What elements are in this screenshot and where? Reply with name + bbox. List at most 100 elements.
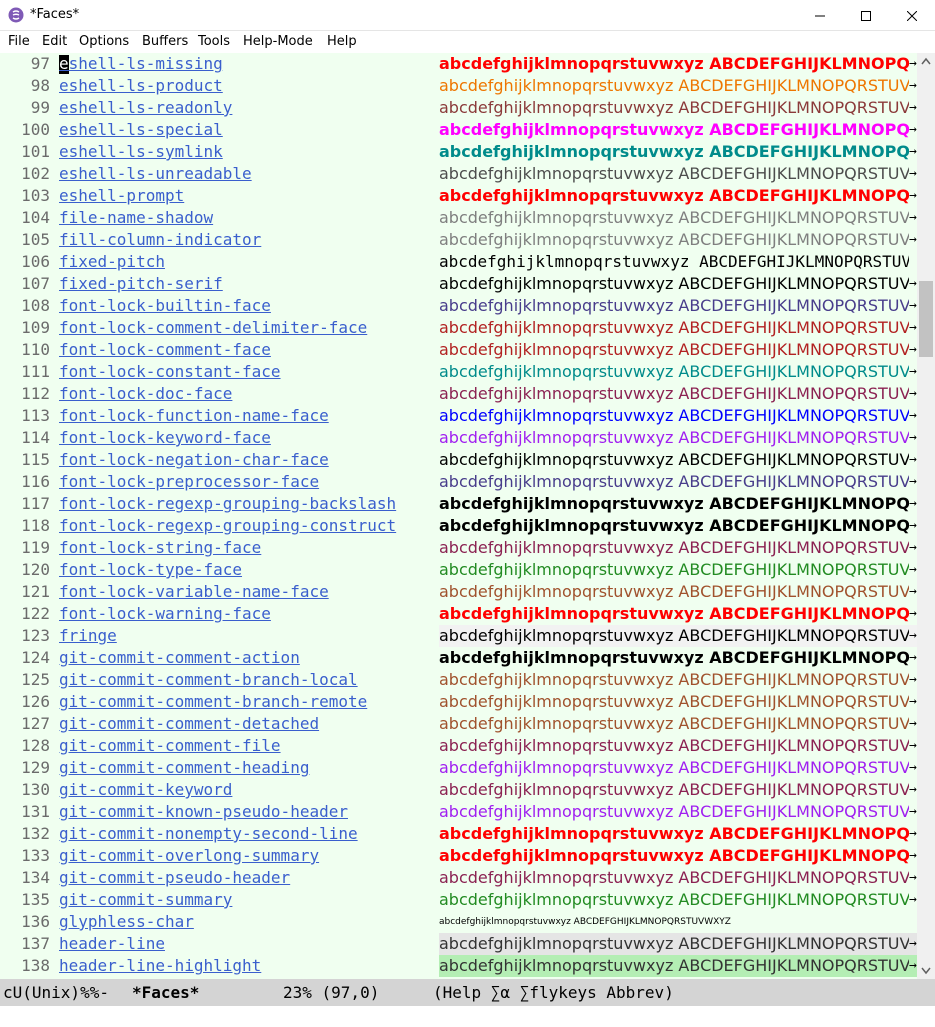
face-name-link[interactable]: eshell-ls-readonly [59,97,232,119]
face-name-link[interactable]: git-commit-summary [59,889,232,911]
truncation-arrow-icon: → [909,782,917,797]
face-sample: abcdefghijklmnopqrstuvwxyz ABCDEFGHIJKLM… [439,318,909,337]
face-sample: abcdefghijklmnopqrstuvwxyz ABCDEFGHIJKLM… [439,230,909,249]
scroll-down-arrow-icon[interactable] [917,962,935,979]
face-name-link[interactable]: eshell-ls-symlink [59,141,223,163]
truncation-arrow-icon: → [909,562,917,577]
truncation-arrow-icon: → [909,716,917,731]
line-number: 136 [21,912,50,931]
face-name-link[interactable]: fixed-pitch [59,251,165,273]
face-sample: abcdefghijklmnopqrstuvwxyz ABCDEFGHIJKLM… [439,186,909,205]
truncation-arrow-icon: → [909,625,917,647]
face-row: 136 glyphless-char abcdefghijklmnopqrstuvw… [0,911,917,933]
face-row: 132 git-commit-nonempty-second-line abcdef… [0,823,917,845]
face-name-link[interactable]: eshell-ls-unreadable [59,163,252,185]
menu-edit[interactable]: Edit [42,34,67,49]
face-name-link[interactable]: font-lock-variable-name-face [59,581,329,603]
face-sample: abcdefghijklmnopqrstuvwxyz ABCDEFGHIJKLM… [439,362,909,381]
maximize-button[interactable] [843,0,889,31]
face-name-link[interactable]: font-lock-doc-face [59,383,232,405]
face-name-link[interactable]: header-line [59,933,165,955]
face-name-link[interactable]: font-lock-constant-face [59,361,281,383]
face-name-link[interactable]: font-lock-warning-face [59,603,271,625]
face-sample: abcdefghijklmnopqrstuvwxyz ABCDEFGHIJKLM… [439,824,909,843]
face-name-link[interactable]: git-commit-keyword [59,779,232,801]
face-name-link[interactable]: font-lock-negation-char-face [59,449,329,471]
face-row: 116 font-lock-preprocessor-face abcdefghij… [0,471,917,493]
truncation-arrow-icon: → [909,144,917,159]
face-name-link[interactable]: fill-column-indicator [59,229,261,251]
face-name-link[interactable]: fringe [59,625,117,647]
face-name-link[interactable]: font-lock-regexp-grouping-construct [59,515,396,537]
line-number: 101 [21,142,50,161]
face-row: 114 font-lock-keyword-face abcdefghijklmno… [0,427,917,449]
truncation-arrow-icon: → [909,892,917,907]
face-name-link[interactable]: eshell-ls-product [59,75,223,97]
minimize-button[interactable] [797,0,843,31]
line-number: 107 [21,274,50,293]
face-sample: abcdefghijklmnopqrstuvwxyz ABCDEFGHIJKLM… [439,76,909,95]
face-name-link[interactable]: font-lock-comment-face [59,339,271,361]
face-name-link[interactable]: git-commit-known-pseudo-header [59,801,348,823]
face-name-link[interactable]: git-commit-comment-file [59,735,281,757]
face-sample: abcdefghijklmnopqrstuvwxyz ABCDEFGHIJKLM… [439,736,909,755]
face-name-link[interactable]: git-commit-comment-branch-remote [59,691,367,713]
face-name-link[interactable]: font-lock-string-face [59,537,261,559]
line-number: 100 [21,120,50,139]
face-name-link[interactable]: font-lock-builtin-face [59,295,271,317]
face-sample: abcdefghijklmnopqrstuvwxyz ABCDEFGHIJKLM… [439,670,909,689]
close-button[interactable] [889,0,935,31]
face-name-link[interactable]: git-commit-comment-heading [59,757,309,779]
face-name-link[interactable]: font-lock-regexp-grouping-backslash [59,493,396,515]
modeline-buffer-name[interactable]: *Faces* [132,982,199,1004]
line-number: 130 [21,780,50,799]
modeline-status: cU(Unix)%%- [3,983,109,1002]
face-name-link[interactable]: glyphless-char [59,911,194,933]
line-number: 105 [21,230,50,249]
face-name-link[interactable]: git-commit-nonempty-second-line [59,823,358,845]
face-name-link[interactable]: git-commit-comment-detached [59,713,319,735]
modeline-modes[interactable]: (Help ∑α ∑flykeys Abbrev) [433,982,674,1004]
face-name-link[interactable]: font-lock-function-name-face [59,405,329,427]
face-name-link[interactable]: git-commit-overlong-summary [59,845,319,867]
line-number: 114 [21,428,50,447]
minibuffer[interactable] [0,1006,935,1027]
face-sample: abcdefghijklmnopqrstuvwxyz ABCDEFGHIJKLM… [439,494,909,513]
vertical-scrollbar[interactable] [917,53,935,979]
face-sample: abcdefghijklmnopqrstuvwxyz ABCDEFGHIJKLM… [439,516,909,535]
face-row: 124 git-commit-comment-action abcdefghijkl… [0,647,917,669]
face-row: 100 eshell-ls-special abcdefghijklmnopqrst… [0,119,917,141]
face-name-link[interactable]: git-commit-pseudo-header [59,867,290,889]
maximize-icon [861,10,871,21]
menu-options[interactable]: Options [79,34,129,49]
face-row: 108 font-lock-builtin-face abcdefghijklmno… [0,295,917,317]
truncation-arrow-icon: → [909,848,917,863]
scroll-up-arrow-icon[interactable] [917,53,935,70]
face-row: 107 fixed-pitch-serif abcdefghijklmnopqrst… [0,273,917,295]
face-name-link[interactable]: git-commit-comment-branch-local [59,669,358,691]
face-name-link[interactable]: fixed-pitch-serif [59,273,223,295]
face-sample: abcdefghijklmnopqrstuvwxyz ABCDEFGHIJKLM… [439,758,909,777]
face-row: 106 fixed-pitch abcdefghijklmnopqrstuvwxyz… [0,251,917,273]
face-name-link[interactable]: font-lock-comment-delimiter-face [59,317,367,339]
face-name-link[interactable]: font-lock-keyword-face [59,427,271,449]
face-name-link[interactable]: eshell-prompt [59,185,184,207]
scrollbar-thumb[interactable] [919,281,933,357]
menu-buffers[interactable]: Buffers [142,34,188,49]
menu-tools[interactable]: Tools [198,34,230,49]
menu-help[interactable]: Help [327,34,357,49]
menu-help-mode[interactable]: Help-Mode [243,34,313,49]
title-bar: *Faces* [0,0,935,31]
face-name-link[interactable]: git-commit-comment-action [59,647,300,669]
truncation-arrow-icon: → [909,408,917,423]
face-row: 121 font-lock-variable-name-face abcdefghi… [0,581,917,603]
face-name-link[interactable]: file-name-shadow [59,207,213,229]
face-name-link[interactable]: eshell-ls-missing [59,53,223,75]
face-name-link[interactable]: eshell-ls-special [59,119,223,141]
faces-buffer[interactable]: 97 eshell-ls-missing abcdefghijklmnopqrstu… [0,53,917,979]
face-sample: abcdefghijklmnopqrstuvwxyz ABCDEFGHIJKLM… [439,274,909,293]
face-name-link[interactable]: font-lock-type-face [59,559,242,581]
face-name-link[interactable]: font-lock-preprocessor-face [59,471,319,493]
face-name-link[interactable]: header-line-highlight [59,955,261,977]
menu-file[interactable]: File [8,34,30,49]
